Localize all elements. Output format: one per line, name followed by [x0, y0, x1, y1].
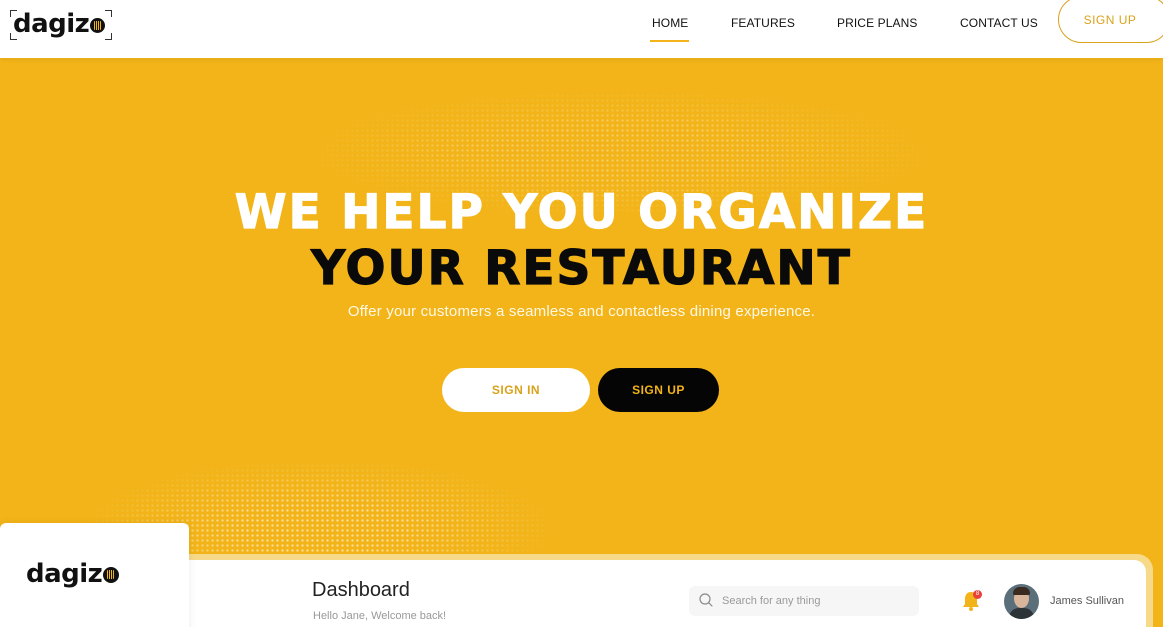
hero-headline-line1: WE HELP YOU ORGANIZE — [234, 185, 929, 240]
logo-corner — [105, 10, 112, 17]
search-input[interactable] — [722, 586, 912, 616]
nav-link-price-plans[interactable]: PRICE PLANS — [837, 16, 917, 30]
avatar-hair — [1013, 587, 1030, 595]
logo-corner — [105, 33, 112, 40]
nav-active-indicator — [650, 40, 689, 42]
notification-badge: 8 — [973, 590, 982, 599]
nav-link-features[interactable]: FEATURES — [731, 16, 795, 30]
dashboard-sidebar: dagiz — [0, 523, 189, 627]
signup-button[interactable]: SIGN UP — [598, 368, 719, 412]
dashboard-welcome: Hello Jane, Welcome back! — [313, 610, 447, 622]
user-avatar[interactable] — [1004, 584, 1039, 619]
hero-section: WE HELP YOU ORGANIZE YOUR RESTAURANT Off… — [0, 58, 1163, 627]
search-icon — [699, 593, 713, 607]
sidebar-logo[interactable]: dagiz — [26, 559, 120, 589]
dashboard-title: Dashboard — [312, 579, 410, 601]
user-name: James Sullivan — [1050, 595, 1124, 607]
hero-subtitle: Offer your customers a seamless and cont… — [347, 303, 816, 320]
brand-logo[interactable]: dagiz — [10, 10, 112, 40]
logo-wordmark: dagiz — [13, 9, 106, 39]
nav-signup-button[interactable]: SIGN UP — [1058, 0, 1163, 43]
hero-headline-line2: YOUR RESTAURANT — [311, 241, 852, 296]
sidebar-logo-text: dagiz — [26, 559, 103, 589]
logo-text: dagiz — [13, 9, 90, 39]
nav-link-home[interactable]: HOME — [652, 16, 688, 30]
top-navbar: dagiz HOME FEATURES PRICE PLANS CONTACT … — [0, 0, 1163, 58]
logo-o-icon — [90, 18, 106, 33]
signin-button[interactable]: SIGN IN — [442, 368, 590, 412]
search-bar[interactable] — [689, 586, 919, 616]
avatar-body — [1009, 608, 1034, 619]
dashboard-preview — [158, 560, 1146, 627]
logo-o-icon — [103, 567, 120, 583]
nav-link-contact-us[interactable]: CONTACT US — [960, 16, 1038, 30]
